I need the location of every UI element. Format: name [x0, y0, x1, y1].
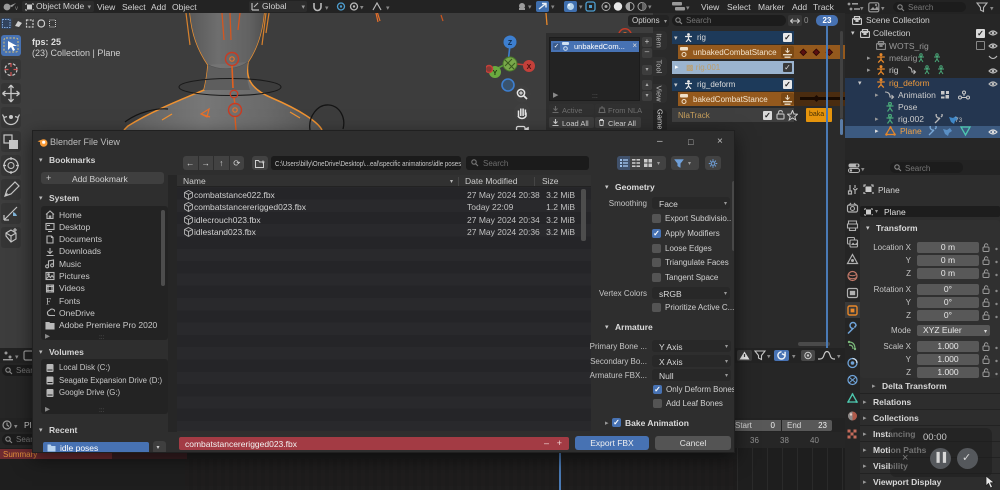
- svg-text:▾: ▾: [14, 424, 18, 431]
- svg-text:▾: ▾: [860, 6, 864, 13]
- svg-text:▾: ▾: [861, 166, 865, 173]
- svg-text:F: F: [46, 296, 51, 306]
- svg-text:▾: ▾: [837, 354, 841, 361]
- svg-text:▾: ▾: [528, 4, 532, 11]
- svg-text:Y: Y: [493, 70, 498, 77]
- svg-text:▾: ▾: [881, 5, 885, 12]
- svg-text:v: v: [15, 6, 18, 12]
- svg-text:▾: ▾: [579, 4, 583, 11]
- svg-text:▾: ▾: [325, 5, 329, 12]
- svg-text:▾: ▾: [792, 354, 796, 361]
- svg-text:X: X: [527, 64, 532, 71]
- svg-text:▾: ▾: [767, 354, 771, 361]
- svg-text:▾: ▾: [551, 4, 555, 11]
- svg-text:▾: ▾: [990, 5, 994, 12]
- svg-text:▾: ▾: [648, 4, 652, 11]
- svg-text:Z: Z: [508, 40, 513, 47]
- svg-text:▾: ▾: [686, 5, 690, 11]
- svg-text:▾: ▾: [15, 354, 19, 361]
- svg-text:▾: ▾: [360, 5, 364, 12]
- svg-text:▾: ▾: [386, 5, 390, 11]
